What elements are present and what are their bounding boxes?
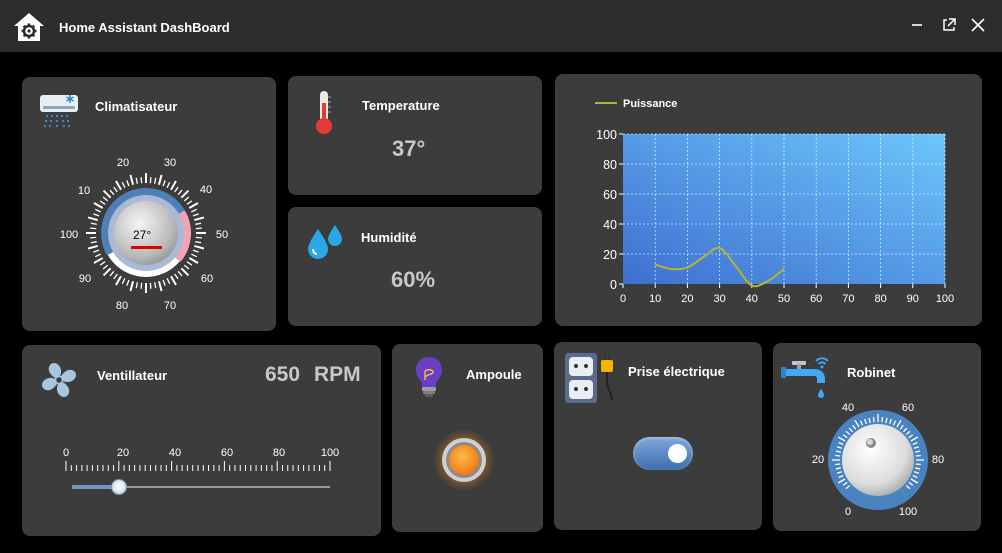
knob-label: 40 — [841, 402, 855, 414]
x-tick-label: 0 — [620, 293, 626, 305]
dial-label: 40 — [199, 184, 213, 196]
minimize-icon[interactable] — [906, 14, 928, 36]
rpm-unit: RPM — [314, 363, 361, 386]
puissance-chart: Puissance 0 10 20 30 40 50 60 70 80 90 100 0 20 40 60… — [595, 98, 954, 305]
humidite-card: Humidité 60% — [288, 207, 542, 326]
thermostat-value: 27° — [133, 228, 152, 242]
dial-label: 50 — [215, 229, 229, 241]
knob-tick — [915, 454, 921, 457]
x-tick-label: 90 — [907, 293, 919, 305]
x-tick-label: 30 — [713, 293, 725, 305]
popout-icon[interactable] — [938, 14, 960, 36]
slider-label: 60 — [220, 447, 234, 459]
plot-area — [623, 134, 945, 284]
close-icon[interactable] — [967, 14, 989, 36]
temperature-value: 37° — [392, 136, 426, 161]
slider-label: 40 — [168, 447, 182, 459]
y-tick-label: 20 — [603, 248, 617, 262]
prise-title: Prise électrique — [628, 364, 725, 379]
temperature-title: Temperature — [362, 98, 440, 113]
dial-label: 60 — [200, 273, 214, 285]
temperature-card: Temperature 37° — [288, 76, 542, 195]
toggle-knob — [668, 444, 687, 463]
y-tick-label: 40 — [603, 218, 617, 232]
dial-label: 70 — [163, 300, 177, 312]
dial-label: 90 — [78, 273, 92, 285]
x-tick-label: 60 — [810, 293, 822, 305]
slider-ticks — [65, 461, 331, 471]
x-tick-label: 50 — [778, 293, 790, 305]
home-gear-icon — [14, 13, 44, 41]
dial-label: 20 — [116, 157, 130, 169]
y-tick-label: 0 — [610, 278, 617, 292]
lightbulb-icon — [416, 357, 442, 397]
ampoule-title: Ampoule — [466, 367, 522, 382]
window-title: Home Assistant DashBoard — [59, 20, 230, 35]
ventilateur-card: Ventillateur 650 RPM 0 20 40 60 80 100 — [22, 345, 381, 536]
knob-tick — [915, 463, 921, 466]
dial-label: 80 — [115, 300, 129, 312]
humidite-title: Humidité — [361, 230, 417, 245]
x-tick-label: 20 — [681, 293, 693, 305]
faucet-knob[interactable]: 40 60 20 80 0 100 — [793, 393, 973, 523]
x-tick-label: 100 — [936, 293, 954, 305]
y-tick-label: 60 — [603, 188, 617, 202]
water-drops-icon — [308, 225, 342, 259]
humidite-value: 60% — [391, 267, 436, 292]
title-bar: Home Assistant DashBoard — [0, 0, 1002, 52]
dial-label: 100 — [59, 229, 79, 241]
y-tick-label: 80 — [603, 158, 617, 172]
x-tick-label: 40 — [746, 293, 758, 305]
x-tick-label: 80 — [874, 293, 886, 305]
fan-icon — [41, 362, 77, 398]
ventilateur-title: Ventillateur — [97, 368, 168, 383]
knob-label: 100 — [898, 506, 918, 518]
robinet-card: Robinet 40 60 20 80 0 100 — [773, 343, 981, 531]
slider-label: 20 — [116, 447, 130, 459]
climatiseur-card: Climatisateur 27° 20 30 40 50 60 70 80 9… — [22, 77, 276, 331]
knob-tick — [835, 463, 841, 466]
speed-slider[interactable]: 0 20 40 60 80 100 — [62, 443, 342, 503]
dial-label: 30 — [163, 157, 177, 169]
knob-label: 80 — [931, 454, 945, 466]
slider-label: 0 — [62, 447, 70, 459]
air-conditioner-icon — [40, 95, 78, 128]
prise-card: Prise électrique — [554, 342, 762, 530]
thermostat-indicator — [131, 246, 162, 249]
knob-tick — [872, 417, 875, 423]
x-tick-label: 70 — [842, 293, 854, 305]
slider-label: 80 — [272, 447, 286, 459]
knob-label: 60 — [901, 402, 915, 414]
knob-label: 0 — [844, 506, 852, 518]
x-tick-label: 10 — [649, 293, 661, 305]
ampoule-card: Ampoule — [392, 344, 543, 532]
legend-label: Puissance — [623, 98, 677, 110]
thermostat-dial[interactable]: 27° 20 30 40 50 60 70 80 90 100 10 — [47, 147, 247, 317]
power-outlet-icon — [565, 353, 613, 403]
robinet-title: Robinet — [847, 365, 896, 380]
knob-tick — [835, 454, 841, 457]
puissance-card: Puissance 0 10 20 30 40 50 60 70 80 90 100 0 20 40 60… — [555, 74, 982, 326]
dial-label: 10 — [77, 185, 91, 197]
rpm-value: 650 — [265, 363, 301, 386]
knob-label: 20 — [811, 454, 825, 466]
power-toggle[interactable] — [633, 437, 693, 470]
climatiseur-title: Climatisateur — [95, 99, 178, 114]
slider-thumb[interactable] — [110, 479, 127, 495]
knob-tick — [881, 417, 884, 423]
thermometer-icon — [316, 91, 332, 134]
y-tick-label: 100 — [596, 128, 617, 142]
slider-label: 100 — [320, 447, 340, 459]
bulb-button[interactable] — [432, 428, 496, 492]
